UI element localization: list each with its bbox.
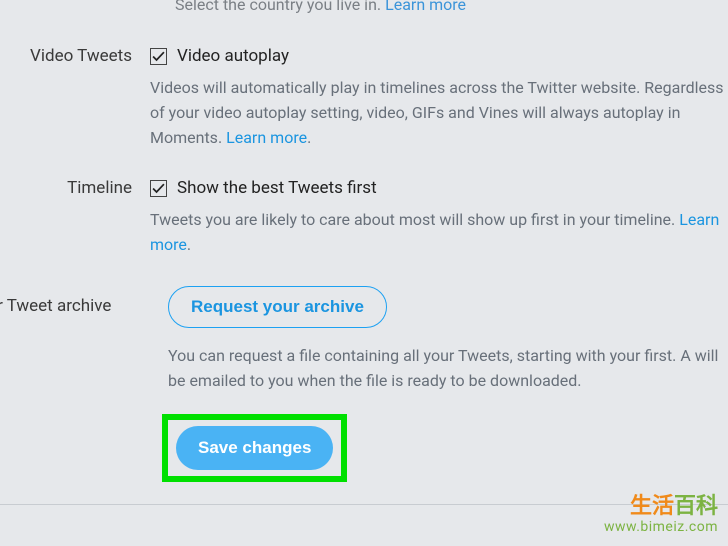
country-hint-text: Select the country you live in. bbox=[175, 0, 381, 14]
country-hint-row: Select the country you live in. Learn mo… bbox=[0, 0, 728, 14]
archive-desc: You can request a file containing all yo… bbox=[168, 344, 728, 394]
best-tweets-checkbox[interactable] bbox=[150, 180, 167, 197]
timeline-row: Timeline Show the best Tweets first Twee… bbox=[0, 178, 728, 258]
watermark-brand: 生活百科 bbox=[604, 495, 718, 519]
video-tweets-row: Video Tweets Video autoplay Videos will … bbox=[0, 46, 728, 150]
video-tweets-label: Video Tweets bbox=[0, 46, 150, 66]
timeline-label: Timeline bbox=[0, 178, 150, 198]
timeline-desc: Tweets you are likely to care about most… bbox=[150, 208, 728, 258]
archive-row: our Tweet archive Request your archive Y… bbox=[0, 286, 728, 394]
save-changes-button[interactable]: Save changes bbox=[176, 426, 333, 470]
video-autoplay-desc: Videos will automatically play in timeli… bbox=[150, 76, 728, 150]
archive-label: our Tweet archive bbox=[0, 286, 128, 316]
request-archive-button[interactable]: Request your archive bbox=[168, 286, 387, 328]
best-tweets-label: Show the best Tweets first bbox=[177, 178, 377, 198]
country-learn-more-link[interactable]: Learn more bbox=[385, 0, 466, 14]
checkmark-icon bbox=[152, 182, 165, 195]
video-autoplay-checkbox[interactable] bbox=[150, 48, 167, 65]
checkmark-icon bbox=[152, 50, 165, 63]
video-learn-more-link[interactable]: Learn more bbox=[226, 128, 307, 147]
video-autoplay-label: Video autoplay bbox=[177, 46, 289, 66]
save-highlight-box: Save changes bbox=[162, 414, 347, 482]
watermark: 生活百科 www.bimeiz.com bbox=[604, 495, 718, 535]
watermark-url: www.bimeiz.com bbox=[604, 520, 718, 535]
